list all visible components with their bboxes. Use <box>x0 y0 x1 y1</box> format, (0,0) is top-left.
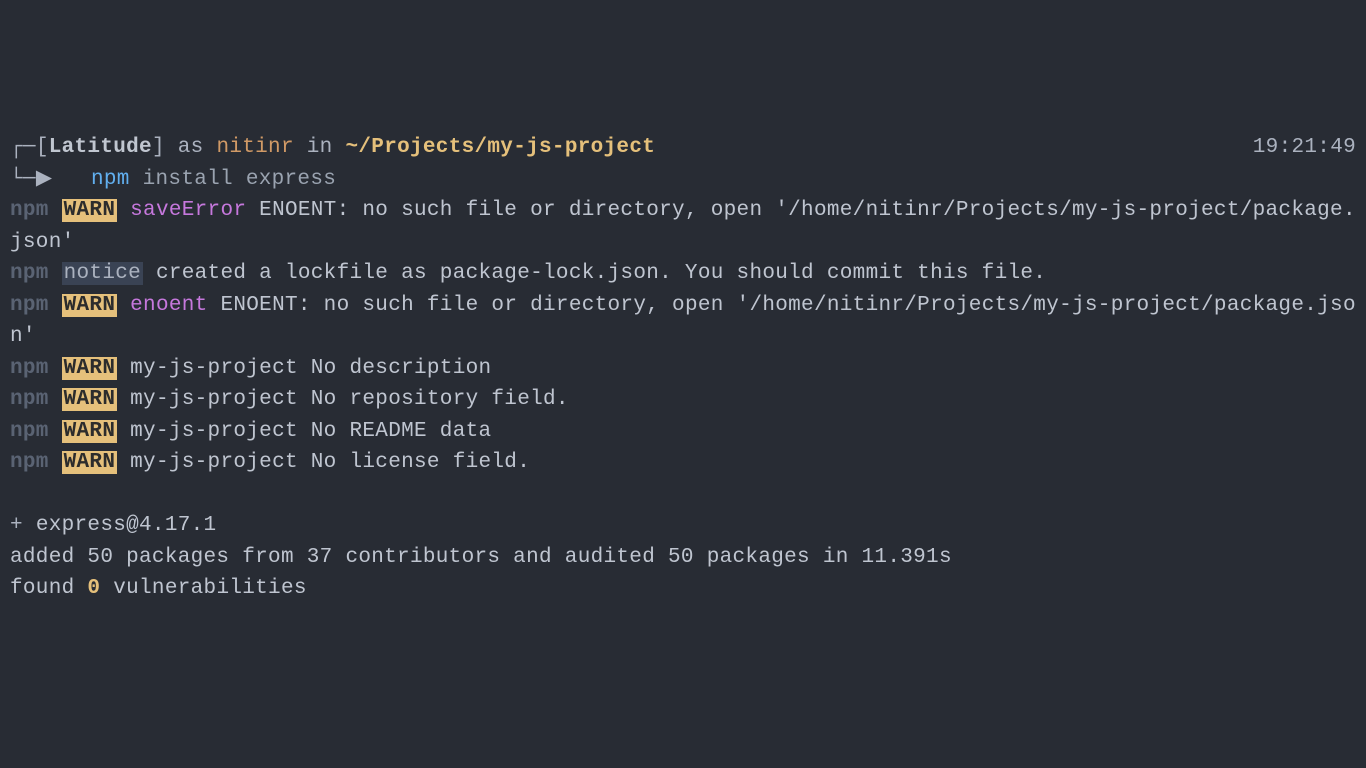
warn-badge: WARN <box>62 294 118 317</box>
npm-label: npm <box>10 451 49 474</box>
npm-label: npm <box>10 388 49 411</box>
enoent-label: enoent <box>130 294 207 317</box>
warn-message: ENOENT: no such file or directory, open … <box>10 294 1356 349</box>
warn-badge: WARN <box>62 357 118 380</box>
save-error-label: saveError <box>130 199 246 222</box>
warn-badge: WARN <box>62 388 118 411</box>
plus-prefix: + <box>10 514 36 537</box>
pkg-name: my-js-project <box>130 420 298 443</box>
hostname: Latitude <box>49 136 152 159</box>
npm-label: npm <box>10 357 49 380</box>
npm-label: npm <box>10 199 49 222</box>
bracket-close: ] <box>152 136 165 159</box>
warn-message: No repository field. <box>311 388 569 411</box>
pkg-name: my-js-project <box>130 451 298 474</box>
warn-badge: WARN <box>62 199 118 222</box>
npm-label: npm <box>10 262 49 285</box>
username: nitinr <box>216 136 293 159</box>
current-path: ~/Projects/my-js-project <box>345 136 655 159</box>
pkg-name: my-js-project <box>130 388 298 411</box>
npm-label: npm <box>10 420 49 443</box>
added-summary: added 50 packages from 37 contributors a… <box>10 546 952 569</box>
as-text: as <box>165 136 217 159</box>
warn-message: No README data <box>311 420 492 443</box>
command-npm: npm <box>91 168 130 191</box>
notice-message: created a lockfile as package-lock.json.… <box>156 262 1046 285</box>
npm-label: npm <box>10 294 49 317</box>
bracket-open: [ <box>36 136 49 159</box>
prompt-line: ┌─[Latitude] as nitinr in ~/Projects/my-… <box>10 132 1356 164</box>
command-args: install express <box>143 168 337 191</box>
found-text: found <box>10 577 87 600</box>
prompt-corner-top: ┌─ <box>10 132 36 164</box>
in-text: in <box>294 136 346 159</box>
warn-message: No license field. <box>311 451 530 474</box>
pkg-name: my-js-project <box>130 357 298 380</box>
installed-package: express@4.17.1 <box>36 514 217 537</box>
vuln-text: vulnerabilities <box>100 577 306 600</box>
prompt-corner-bottom: └─ <box>10 164 36 196</box>
prompt-arrow: ▶ <box>36 168 52 191</box>
warn-message: No description <box>311 357 492 380</box>
vuln-count: 0 <box>87 577 100 600</box>
time: 19:21:49 <box>1253 132 1356 164</box>
warn-badge: WARN <box>62 451 118 474</box>
warn-badge: WARN <box>62 420 118 443</box>
notice-badge: notice <box>62 262 143 285</box>
terminal-output[interactable]: ┌─[Latitude] as nitinr in ~/Projects/my-… <box>10 132 1356 605</box>
